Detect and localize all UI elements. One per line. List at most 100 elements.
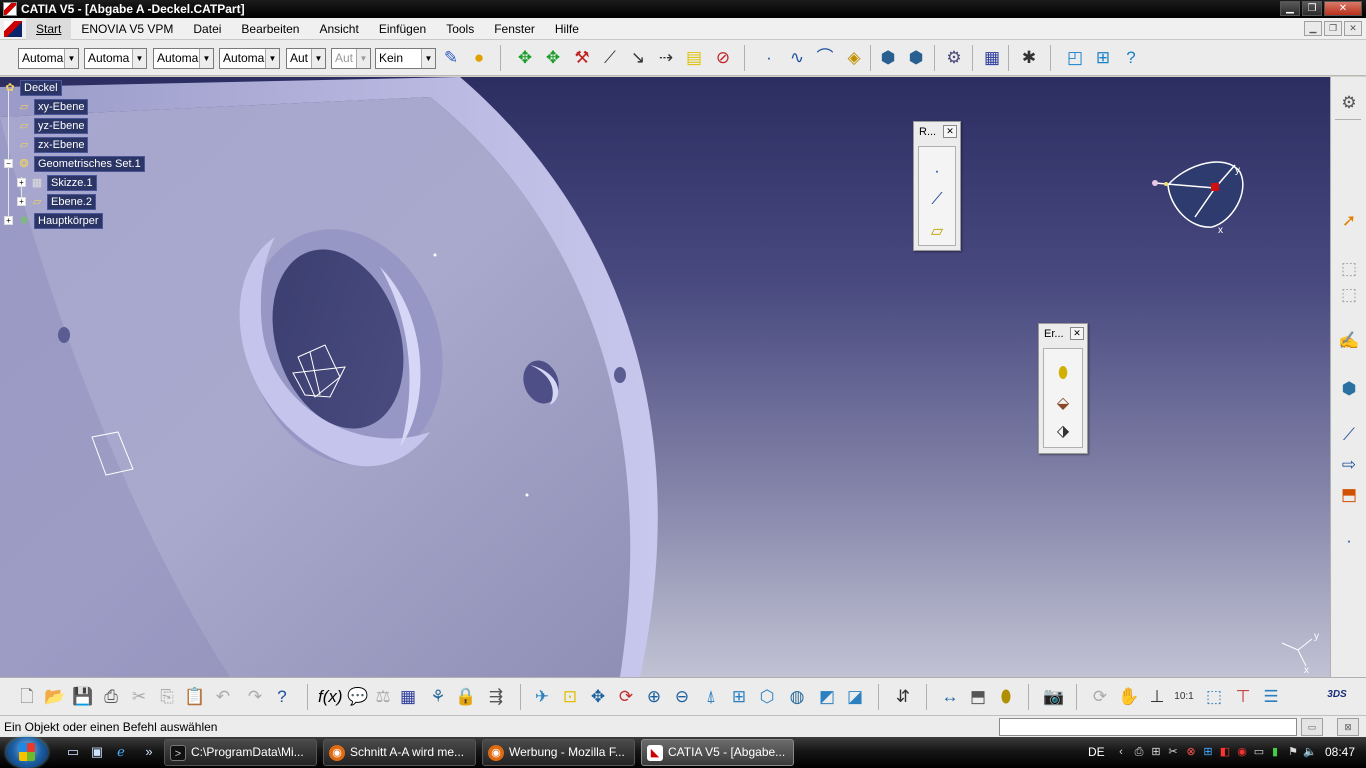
menu-tools[interactable]: Tools — [436, 18, 484, 40]
expand-icon[interactable]: + — [17, 178, 26, 187]
volume-tray-icon[interactable]: 🔈 — [1303, 745, 1317, 759]
comment-icon[interactable]: 💬 — [346, 685, 370, 709]
zoom-out-icon[interactable]: ⊖ — [670, 685, 694, 709]
palette-title[interactable]: R... ✕ — [914, 122, 960, 142]
paste-icon[interactable]: 📋 — [183, 685, 207, 709]
surface-icon[interactable]: ◈ — [842, 46, 866, 70]
sketcher-icon[interactable]: ✍ — [1337, 329, 1361, 353]
shading-icon[interactable]: ◍ — [785, 685, 809, 709]
polyline-icon[interactable]: ⇢ — [654, 46, 678, 70]
taskbar-item-firefox-2[interactable]: ◉ Werbung - Mozilla F... — [482, 739, 635, 766]
select-arrow-icon[interactable]: ➚ — [1337, 209, 1361, 233]
axis-icon[interactable]: ↘ — [626, 46, 650, 70]
document-menu-icon[interactable] — [4, 20, 22, 37]
cut-icon[interactable]: ✂ — [127, 685, 151, 709]
whats-this-icon[interactable]: ? — [1119, 46, 1143, 70]
tree-item-zx-plane[interactable]: ▱ zx-Ebene — [16, 136, 89, 153]
multi-view-icon[interactable]: ⊞ — [727, 685, 751, 709]
tree-item-geometrical-set[interactable]: − ❂ Geometrisches Set.1 — [4, 155, 145, 172]
restore-button[interactable]: ❐ — [1302, 1, 1322, 16]
update-icon[interactable]: ⇵ — [891, 685, 915, 709]
table-icon[interactable]: ▦ — [396, 685, 420, 709]
undo-icon[interactable]: ↶ — [211, 685, 235, 709]
point-type-combo[interactable]: Aut ▼ — [286, 48, 326, 69]
rotate-icon[interactable]: ✥ — [541, 46, 565, 70]
line-width-combo[interactable]: Automa ▼ — [153, 48, 214, 69]
apply-material-icon[interactable]: ⚙ — [942, 46, 966, 70]
projection-icon[interactable]: ⊘ — [711, 46, 735, 70]
measure-inertia-icon[interactable]: ⬮ — [994, 685, 1018, 709]
measure-item-icon[interactable]: ⬚ — [1337, 283, 1361, 307]
menu-start[interactable]: Start — [26, 17, 72, 40]
compass-widget[interactable] — [1152, 161, 1244, 228]
knowledge-icon[interactable]: ⚖ — [371, 685, 395, 709]
chat-tray-icon[interactable]: ▭ — [1252, 745, 1266, 759]
menu-hilfe[interactable]: Hilfe — [545, 18, 589, 40]
measure-between-icon[interactable]: ↔ — [938, 685, 962, 709]
line-icon[interactable]: ⟋ — [598, 46, 622, 70]
gear-icon[interactable]: ⚙ — [1337, 91, 1361, 115]
status-button-1[interactable]: ▭ — [1301, 718, 1323, 736]
swap-space-icon[interactable]: ◪ — [843, 685, 867, 709]
color-combo[interactable]: Automa ▼ — [18, 48, 79, 69]
line-type-combo[interactable]: Automa ▼ — [219, 48, 280, 69]
formula-icon[interactable]: f(x) — [318, 685, 343, 709]
measure-item-icon[interactable]: ⬒ — [966, 685, 990, 709]
explorer-icon[interactable]: ▣ — [88, 743, 106, 761]
close-icon[interactable]: ✕ — [943, 125, 957, 138]
tree-item-main-body[interactable]: + ✾ Hauptkörper — [4, 212, 103, 229]
printer-tray-icon[interactable]: ⎙ — [1132, 745, 1146, 759]
start-button[interactable] — [6, 737, 48, 768]
graphic-properties-icon[interactable]: ● — [467, 46, 491, 70]
line-tool-icon[interactable]: ⟋ — [919, 191, 955, 209]
bluetooth-tray-icon[interactable]: ⊞ — [1201, 745, 1215, 759]
internet-explorer-icon[interactable]: ℯ — [112, 743, 130, 761]
menu-bearbeiten[interactable]: Bearbeiten — [231, 18, 309, 40]
transparency-combo[interactable]: Automa ▼ — [84, 48, 147, 69]
pad-tool-icon[interactable]: ⬮ — [1044, 365, 1082, 383]
body-icon[interactable]: ⬢ — [1337, 377, 1361, 401]
tree-item-xy-plane[interactable]: ▱ xy-Ebene — [16, 98, 89, 115]
symmetry-icon[interactable]: ⚒ — [570, 46, 594, 70]
doc-restore-button[interactable]: ❐ — [1324, 21, 1342, 36]
fly-mode-icon[interactable]: ✈ — [530, 685, 554, 709]
palette-title[interactable]: Er... ✕ — [1039, 324, 1087, 344]
catalog-icon[interactable]: ⚘ — [426, 685, 450, 709]
tray-expand-icon[interactable]: ‹ — [1114, 745, 1128, 759]
fit-all-icon[interactable]: ⊡ — [558, 685, 582, 709]
render-style-combo[interactable]: Aut ▼ — [331, 48, 371, 69]
taskbar-item-catia[interactable]: ◣ CATIA V5 - [Abgabe... — [641, 739, 794, 766]
whats-this-icon[interactable]: ? — [270, 685, 294, 709]
hand-icon[interactable]: ✋ — [1117, 685, 1141, 709]
tree-root[interactable]: ✿ Deckel — [2, 79, 62, 96]
menu-fenster[interactable]: Fenster — [484, 18, 545, 40]
layers-icon[interactable]: ☰ — [1259, 685, 1283, 709]
tolerance-icon[interactable]: ⊤ — [1231, 685, 1255, 709]
zoom-in-icon[interactable]: ⊕ — [642, 685, 666, 709]
iso-view-icon[interactable]: ⬡ — [755, 685, 779, 709]
taskbar-item-cmd[interactable]: > C:\ProgramData\Mi... — [164, 739, 317, 766]
view-mode-icon[interactable]: ⬚ — [1202, 685, 1226, 709]
spline-icon[interactable]: ∿ — [785, 46, 809, 70]
taskbar-item-firefox-1[interactable]: ◉ Schnitt A-A wird me... — [323, 739, 476, 766]
move-compass-icon[interactable]: ✥ — [513, 46, 537, 70]
power-input-field[interactable] — [999, 718, 1297, 736]
save-icon[interactable]: 💾 — [71, 685, 95, 709]
print-icon[interactable]: ⎙ — [99, 685, 123, 709]
doc-minimize-button[interactable]: ▁ — [1304, 21, 1322, 36]
tree-item-sketch[interactable]: + ▦ Skizze.1 — [17, 174, 97, 191]
plane-tool-icon[interactable]: ▱ — [919, 221, 955, 241]
menu-einfuegen[interactable]: Einfügen — [369, 18, 436, 40]
point-tool-icon[interactable]: · — [919, 163, 955, 181]
status-button-2[interactable]: ⊠ — [1337, 718, 1359, 736]
expand-icon[interactable]: + — [4, 216, 13, 225]
tree-expand-icon[interactable]: ⊞ — [1091, 46, 1115, 70]
catia-app-icon[interactable] — [3, 2, 17, 16]
measure-icon[interactable]: ⬢ — [876, 46, 900, 70]
rotate-view-icon[interactable]: ⟳ — [614, 685, 638, 709]
pocket-tool-icon[interactable]: ⬙ — [1044, 393, 1082, 413]
clock[interactable]: 08:47 — [1325, 745, 1355, 759]
layer-combo[interactable]: Kein ▼ — [375, 48, 436, 69]
copy-icon[interactable]: ⎘ — [155, 685, 179, 709]
more-quicklaunch-icon[interactable]: » — [140, 743, 158, 761]
